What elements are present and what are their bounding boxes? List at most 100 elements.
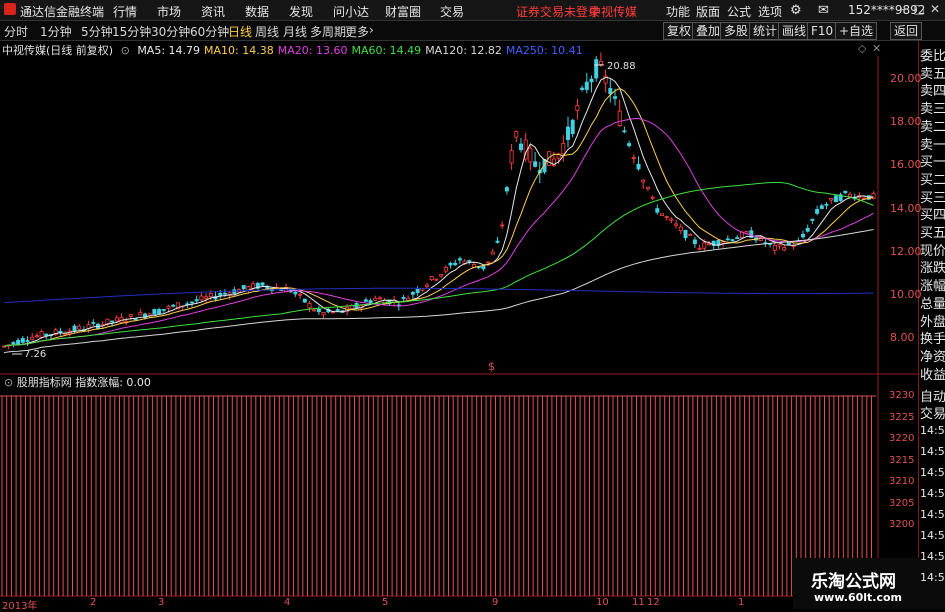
trade-time: 14:56 (920, 424, 945, 437)
tool-button-7[interactable]: 返回 (890, 22, 923, 40)
candle-body (589, 78, 594, 83)
candle-body (138, 312, 143, 316)
candle-body (401, 297, 406, 299)
candle-body (664, 216, 669, 218)
more-chevron-icon[interactable]: › (369, 23, 374, 37)
quote-label[interactable]: 卖三 (920, 98, 945, 117)
quote-label[interactable]: 换手 (920, 328, 945, 347)
candle-body (208, 292, 213, 298)
candle-body (133, 318, 138, 321)
quote-label[interactable]: 涨幅 (920, 275, 945, 294)
candle-body (622, 130, 627, 133)
quote-label[interactable]: 外盘 (920, 311, 945, 330)
candle-body (843, 190, 848, 194)
indicator-settings-icon[interactable]: ⊙ (4, 376, 13, 389)
quote-label[interactable]: 买一 (920, 151, 945, 170)
period-0[interactable]: 分时 (4, 23, 28, 40)
quote-label[interactable]: 买四 (920, 204, 945, 223)
candle-body (833, 195, 838, 203)
candle-body (786, 241, 791, 245)
quote-label[interactable]: 现价 (920, 240, 945, 259)
trade-time: 14:56 (920, 571, 945, 584)
candle-body (128, 314, 133, 317)
candle-body (528, 147, 533, 163)
quote-label[interactable]: 买三 (920, 187, 945, 206)
candle-body (613, 96, 618, 99)
candle-body (194, 299, 199, 302)
candle-body (683, 229, 688, 239)
menu-item-6[interactable]: 财富圈 (385, 3, 421, 20)
menu-item-1[interactable]: 市场 (157, 3, 181, 20)
indicator-tick: 3230 (889, 390, 915, 401)
candle-body (218, 292, 223, 296)
period-1[interactable]: 1分钟 (40, 23, 72, 40)
quote-label[interactable]: 卖二 (920, 116, 945, 135)
candle-body (645, 186, 650, 189)
tool-button-2[interactable]: 多股 (720, 22, 753, 40)
tool-button-4[interactable]: 画线 (778, 22, 811, 40)
period-10[interactable]: 更多 (345, 23, 369, 40)
period-7[interactable]: 周线 (255, 23, 279, 40)
quote-label[interactable]: 卖四 (920, 80, 945, 99)
quote-label[interactable]: 总量 (920, 293, 945, 312)
period-9[interactable]: 多周期 (310, 23, 346, 40)
candle-body (30, 336, 35, 341)
quote-label[interactable]: 卖五 (920, 63, 945, 82)
right-menu-2[interactable]: 公式 (727, 3, 751, 20)
right-menu-3[interactable]: 选项 (758, 3, 782, 20)
period-6[interactable]: 日线 (228, 23, 252, 40)
candle-body (500, 224, 505, 227)
candle-body (415, 288, 420, 294)
indicator-caption: ⊙ 股朋指标网 指数涨幅: 0.00 (4, 374, 151, 390)
quote-label[interactable]: 净资 (920, 346, 945, 365)
time-tick: 1 (738, 597, 745, 608)
candle-body (25, 340, 30, 342)
time-tick: 9 (492, 597, 499, 608)
quote-label[interactable]: 买五 (920, 222, 945, 241)
menu-item-4[interactable]: 发现 (289, 3, 313, 20)
period-3[interactable]: 15分钟 (112, 23, 151, 40)
quote-label[interactable]: 卖一 (920, 134, 945, 153)
kline-chart[interactable]: 20.88 7.26 $ (0, 0, 945, 609)
menu-item-5[interactable]: 问小达 (333, 3, 369, 20)
tool-button-0[interactable]: 复权 (663, 22, 696, 40)
quote-label[interactable]: 委比 (920, 45, 945, 64)
period-8[interactable]: 月线 (283, 23, 307, 40)
time-tick: 3 (158, 597, 165, 608)
right-menu-0[interactable]: 功能 (666, 3, 690, 20)
indicator-value: 指数涨幅: 0.00 (75, 376, 151, 389)
candle-body (424, 284, 429, 287)
candle-body (772, 244, 777, 251)
price-tick: 12.00 (890, 244, 922, 258)
menu-item-2[interactable]: 资讯 (201, 3, 225, 20)
menu-item-0[interactable]: 行情 (113, 3, 137, 20)
candle-body (453, 262, 458, 266)
time-tick: 4 (284, 597, 291, 608)
candle-body (72, 325, 77, 332)
quote-label[interactable]: 买二 (920, 169, 945, 188)
indicator-bars (0, 395, 876, 596)
dividend-marker-icon[interactable]: $ (488, 360, 495, 373)
candle-body (617, 110, 622, 127)
tool-button-3[interactable]: 统计 (749, 22, 782, 40)
period-4[interactable]: 30分钟 (151, 23, 190, 40)
quote-label[interactable]: 涨跌 (920, 257, 945, 276)
time-tick: 5 (382, 597, 389, 608)
period-2[interactable]: 5分钟 (81, 23, 113, 40)
candle-body (631, 157, 636, 159)
candle-body (598, 60, 603, 65)
tool-button-5[interactable]: F10 (807, 22, 838, 40)
watermark-title: 乐淘公式网 (811, 572, 896, 592)
menu-item-3[interactable]: 数据 (245, 3, 269, 20)
candle-body (39, 331, 44, 339)
right-menu-1[interactable]: 版面 (696, 3, 720, 20)
candle-body (199, 295, 204, 301)
quote-label[interactable]: 交易 (920, 403, 945, 422)
period-5[interactable]: 60分钟 (190, 23, 229, 40)
tool-button-6[interactable]: +自选 (835, 22, 878, 40)
menu-item-7[interactable]: 交易 (440, 3, 464, 20)
indicator-name[interactable]: 股朋指标网 (17, 376, 72, 389)
quote-label[interactable]: 收益 (920, 364, 945, 383)
candle-body (91, 322, 96, 324)
candle-body (805, 227, 810, 232)
